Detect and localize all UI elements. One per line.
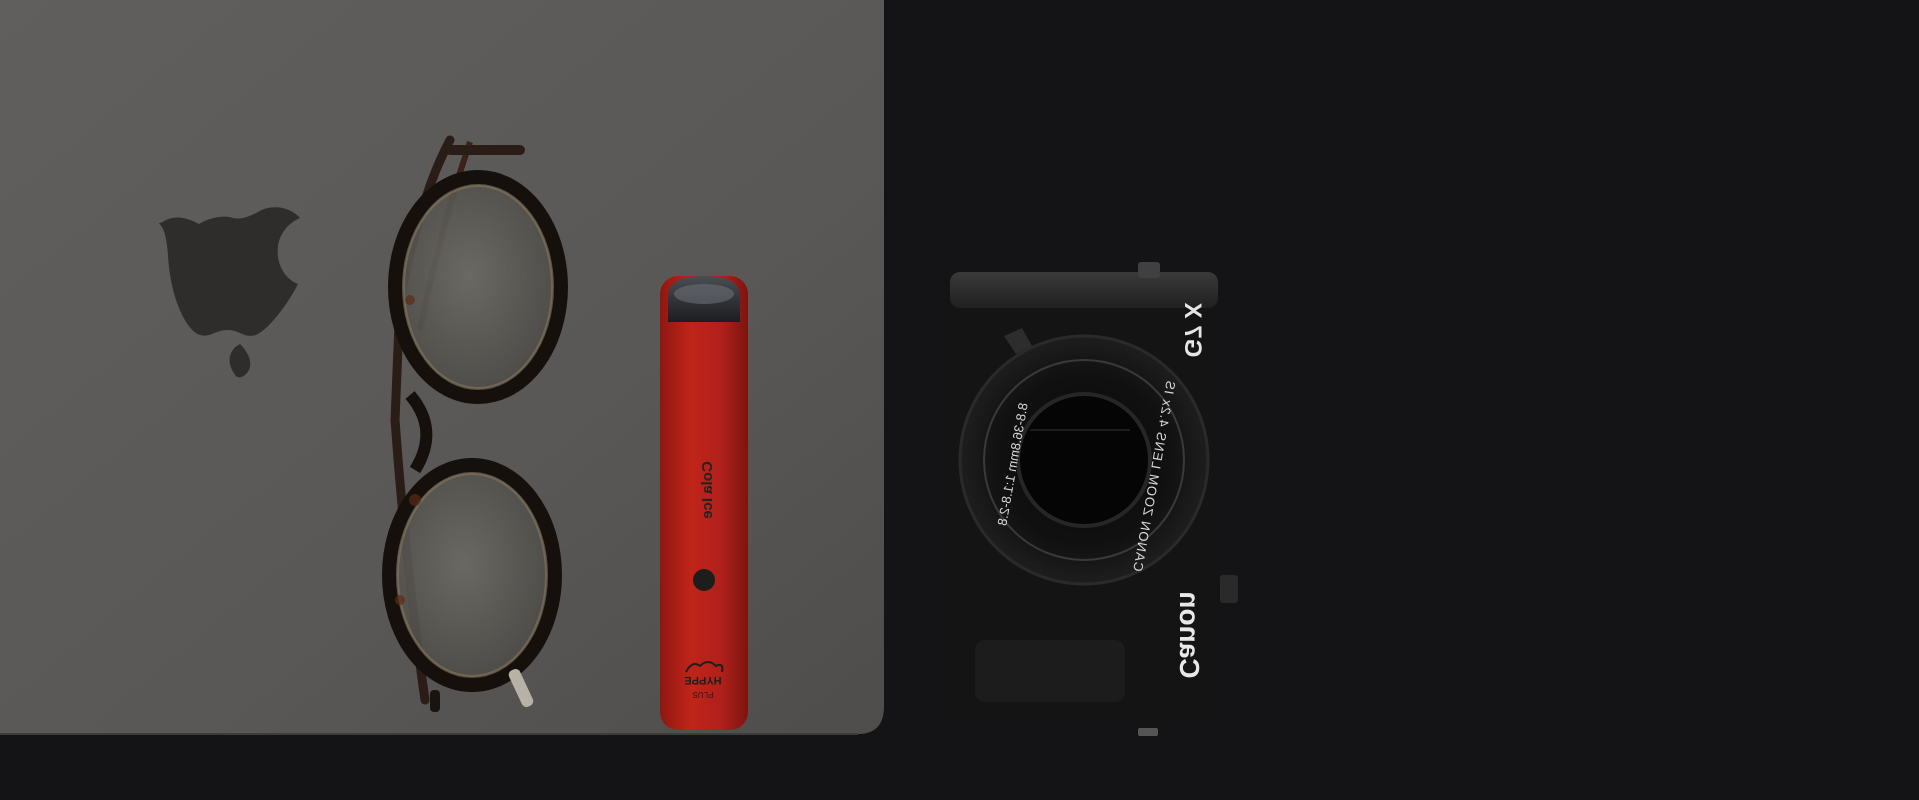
vape-sub-logo-text: PLUS bbox=[693, 690, 714, 699]
vape-flavor-text: Cola Ice bbox=[699, 461, 716, 519]
camera-brand-text: Canon bbox=[1174, 591, 1205, 678]
vape-device: Cola Ice HYPPE PLUS bbox=[660, 276, 748, 730]
scene-svg: Cola Ice HYPPE PLUS CANON ZOOM LENS 4.2x… bbox=[0, 0, 1238, 736]
photo-scene: Cola Ice HYPPE PLUS CANON ZOOM LENS 4.2x… bbox=[0, 0, 1919, 800]
vape-logo-icon bbox=[693, 569, 715, 591]
vape-logo-text: HYPPE bbox=[684, 674, 721, 686]
camera: CANON ZOOM LENS 4.2x IS 8.8-36.8mm 1:1.8… bbox=[948, 262, 1238, 736]
camera-model-text: G7 X bbox=[1179, 303, 1206, 358]
